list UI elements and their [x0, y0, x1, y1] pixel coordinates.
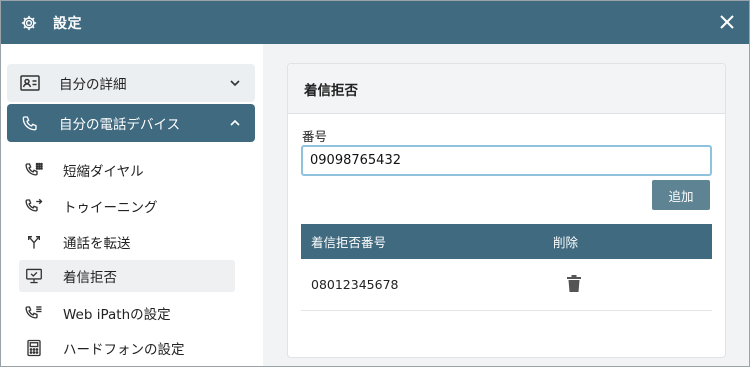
window-title: 設定 — [53, 15, 82, 32]
column-header-delete: 削除 — [553, 235, 579, 250]
desk-phone-icon — [23, 338, 45, 358]
phone-dialpad-icon — [23, 303, 45, 323]
table-header: 着信拒否番号 削除 — [301, 224, 712, 259]
table-row: 08012345678 — [301, 259, 712, 311]
sidebar-group-label: 自分の詳細 — [59, 77, 127, 93]
close-icon[interactable] — [717, 12, 737, 32]
sidebar-item-web-ipath-settings[interactable]: Web iPathの設定 — [19, 297, 235, 329]
contact-card-icon — [19, 73, 41, 93]
sidebar-group-my-phone-devices[interactable]: 自分の電話デバイス — [7, 104, 255, 142]
sidebar-item-label: 短縮ダイヤル — [63, 164, 144, 180]
call-block-card: 着信拒否 番号 追加 着信拒否番号 削除 08012345678 — [287, 63, 726, 358]
main-panel: 着信拒否 番号 追加 着信拒否番号 削除 08012345678 — [263, 44, 749, 366]
sidebar-item-label: Web iPathの設定 — [63, 307, 171, 323]
sidebar-item-speed-dial[interactable]: 短縮ダイヤル — [19, 154, 235, 186]
sidebar-group-my-details[interactable]: 自分の詳細 — [7, 64, 255, 102]
sidebar-item-label: トゥイーニング — [63, 200, 158, 216]
chevron-down-icon — [227, 75, 243, 91]
card-header: 着信拒否 — [288, 64, 725, 114]
card-title: 着信拒否 — [304, 82, 358, 99]
sidebar-item-twinning[interactable]: トゥイーニング — [19, 190, 235, 222]
settings-window: 設定 自分の詳細 自分の電話デバイス 短縮ダイヤル トゥイーニング 通話を転送 … — [0, 0, 750, 367]
sidebar-item-label: 通話を転送 — [63, 236, 131, 252]
add-button[interactable]: 追加 — [652, 180, 710, 210]
blocked-number-cell: 08012345678 — [311, 277, 399, 292]
sidebar-group-label: 自分の電話デバイス — [59, 117, 181, 133]
sidebar: 自分の詳細 自分の電話デバイス 短縮ダイヤル トゥイーニング 通話を転送 着信拒… — [1, 44, 263, 366]
sidebar-item-call-block[interactable]: 着信拒否 — [19, 260, 235, 292]
phone-dialpad-icon — [23, 160, 45, 180]
column-header-number: 着信拒否番号 — [311, 235, 387, 250]
sidebar-item-hardphone-settings[interactable]: ハードフォンの設定 — [19, 332, 235, 364]
gear-icon — [19, 13, 39, 33]
sidebar-item-call-forward[interactable]: 通話を転送 — [19, 226, 235, 258]
number-input[interactable] — [301, 145, 712, 176]
call-split-icon — [23, 232, 45, 252]
chevron-up-icon — [227, 115, 243, 131]
monitor-icon — [23, 266, 45, 286]
trash-icon[interactable] — [567, 274, 583, 293]
title-bar: 設定 — [1, 1, 749, 44]
phone-icon — [19, 113, 41, 133]
sidebar-item-label: 着信拒否 — [63, 270, 117, 286]
phone-forward-icon — [23, 196, 45, 216]
blocked-numbers-table: 着信拒否番号 削除 08012345678 — [301, 224, 712, 311]
sidebar-item-label: ハードフォンの設定 — [63, 342, 185, 358]
number-field-label: 番号 — [302, 129, 328, 144]
delete-cell — [553, 274, 712, 295]
